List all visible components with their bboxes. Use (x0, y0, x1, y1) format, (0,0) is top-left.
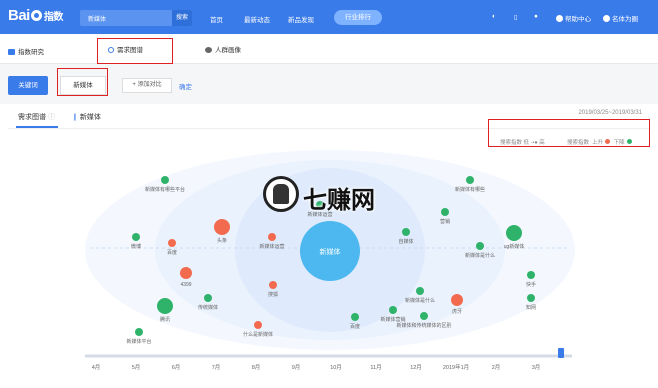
keyword-bubble[interactable] (451, 294, 463, 306)
timeline-label[interactable]: 8月 (252, 364, 261, 371)
timeline-label[interactable]: 3月 (532, 364, 541, 371)
keyword-bubble[interactable] (132, 233, 140, 241)
keyword-bubble[interactable] (268, 233, 276, 241)
keyword-bubble[interactable] (527, 294, 535, 302)
keyword-bubble[interactable] (180, 267, 192, 279)
keyword-bubble-label: 营销 (440, 218, 450, 225)
keyword-bubble[interactable] (441, 208, 449, 216)
keyword-bubble[interactable] (135, 328, 143, 336)
keyword-bubble[interactable] (527, 271, 535, 279)
keyword-bubble[interactable] (254, 321, 262, 329)
keyword-bubble-label: 百度 (350, 323, 360, 330)
keyword-bubble[interactable] (402, 228, 410, 236)
timeline-label[interactable]: 12月 (410, 364, 422, 371)
timeline-label[interactable]: 7月 (212, 364, 221, 371)
center-label: 新媒体 (320, 247, 341, 256)
keyword-bubble-label: 腾讯 (160, 316, 170, 323)
keyword-bubble[interactable] (157, 298, 173, 314)
keyword-bubble-label: 新媒体是什么 (405, 297, 435, 304)
timeline-label[interactable]: 6月 (172, 364, 181, 371)
keyword-bubble-label: 新媒体有哪些 (455, 186, 485, 193)
timeline-label[interactable]: 4月 (92, 364, 101, 371)
keyword-bubble-label: 什么是新媒体 (243, 331, 273, 338)
timeline-label[interactable]: 11月 (370, 364, 381, 371)
keyword-bubble-label: 新媒体是什么 (465, 252, 495, 259)
watermark-badge-icon (263, 176, 299, 212)
keyword-bubble[interactable] (204, 294, 212, 302)
keyword-bubble[interactable] (416, 287, 424, 295)
timeline-label[interactable]: 2019年1月 (443, 363, 469, 371)
watermark-text: 七赚网 (303, 186, 375, 214)
keyword-bubble[interactable] (466, 176, 474, 184)
keyword-bubble-label: 搜狐 (268, 291, 278, 298)
keyword-bubble[interactable] (389, 306, 397, 314)
keyword-bubble-label: 4399 (180, 282, 191, 288)
keyword-bubble[interactable] (168, 239, 176, 247)
timeline-label[interactable]: 5月 (132, 364, 141, 371)
keyword-bubble-label: 新媒体运营 (259, 243, 284, 250)
timeline-label[interactable]: 9月 (292, 364, 301, 371)
keyword-bubble[interactable] (214, 219, 230, 235)
keyword-bubble[interactable] (351, 313, 359, 321)
timeline-handle[interactable] (558, 348, 564, 358)
timeline-label[interactable]: 2月 (492, 364, 501, 371)
keyword-bubble-label: 新媒体有哪些平台 (145, 186, 185, 193)
keyword-bubble-label: 微博 (131, 243, 141, 250)
watermark: 七赚网 (263, 176, 393, 216)
keyword-bubble[interactable] (476, 242, 484, 250)
keyword-bubble-label: 新媒体营销 (380, 316, 405, 323)
keyword-bubble-label: 新媒体平台 (126, 338, 151, 345)
keyword-bubble-label: 快手 (526, 281, 536, 288)
timeline-label[interactable]: 10月 (330, 364, 342, 371)
keyword-bubble[interactable] (506, 225, 522, 241)
keyword-bubble-label: 传统媒体 (198, 304, 218, 311)
keyword-bubble-label: 虎牙 (452, 308, 462, 315)
keyword-bubble-label: 新媒体和传统媒体的区别 (396, 322, 451, 329)
keyword-bubble-label: 知网 (526, 304, 536, 311)
keyword-bubble-label: 头条 (217, 237, 227, 244)
keyword-bubble-label: 百度 (167, 249, 177, 256)
keyword-bubble[interactable] (420, 312, 428, 320)
keyword-bubble[interactable] (269, 281, 277, 289)
keyword-bubble-label: 自媒体 (398, 238, 413, 245)
keyword-bubble[interactable] (161, 176, 169, 184)
keyword-bubble-label: ug新媒体 (504, 243, 525, 250)
